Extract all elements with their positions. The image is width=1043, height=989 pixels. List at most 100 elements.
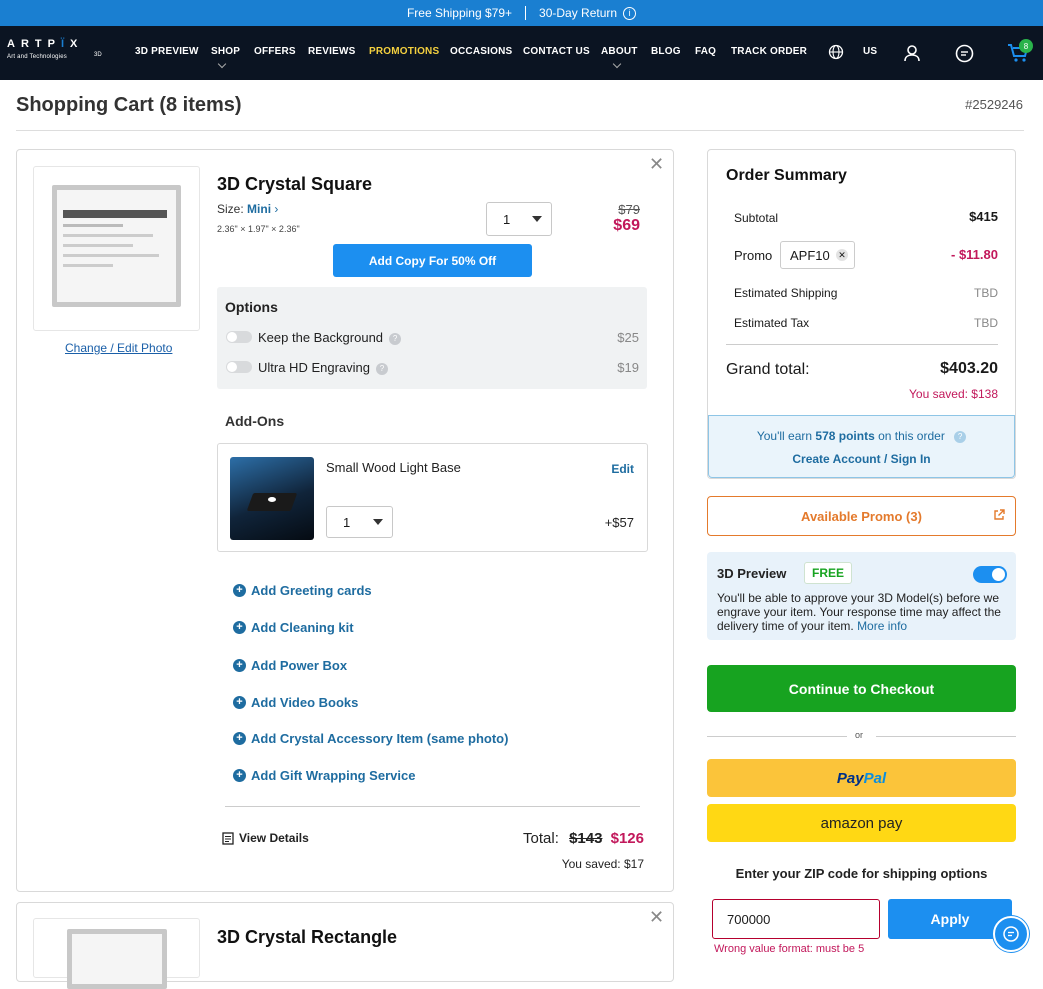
add-copy-button[interactable]: Add Copy For 50% Off <box>333 244 532 277</box>
plus-icon: + <box>233 696 246 709</box>
item-saved-text: You saved: $17 <box>561 857 644 871</box>
close-icon[interactable]: ✕ <box>649 907 664 928</box>
zip-code-input[interactable]: 700000 <box>712 899 880 939</box>
divider <box>525 6 527 20</box>
promo-code-chip: APF10 ✕ <box>780 241 855 269</box>
loyalty-points-box: You'll earn 578 points on this order ? C… <box>708 415 1015 478</box>
grand-total-label: Grand total: <box>726 361 810 378</box>
option-label-text: Ultra HD Engraving <box>258 360 370 375</box>
live-chat-button[interactable] <box>993 916 1029 952</box>
grand-total-value: $403.20 <box>940 360 998 377</box>
points-post: on this order <box>878 429 945 443</box>
globe-icon[interactable] <box>828 44 844 65</box>
nav-blog[interactable]: BLOG <box>651 46 681 57</box>
addon-edit-link[interactable]: Edit <box>611 462 634 476</box>
nav-track-order[interactable]: TRACK ORDER <box>731 46 807 57</box>
help-icon[interactable]: ? <box>376 362 388 375</box>
paypal-button[interactable]: Pay Pal <box>707 759 1016 797</box>
product-image <box>52 185 181 307</box>
plus-icon: + <box>233 732 246 745</box>
nav-faq[interactable]: FAQ <box>695 46 716 57</box>
summary-title: Order Summary <box>726 167 847 184</box>
addon-quantity-select[interactable]: 1 <box>326 506 393 538</box>
quantity-value: 1 <box>503 211 511 227</box>
help-icon[interactable]: ? <box>389 332 402 345</box>
zip-error-text: Wrong value format: must be 5 <box>714 943 865 955</box>
item-saved: You saved: $17 <box>562 857 644 871</box>
remove-promo-icon[interactable]: ✕ <box>836 249 848 261</box>
size-value-link[interactable]: Mini <box>247 202 271 216</box>
promo-discount: - $11.80 <box>951 247 998 262</box>
addon-card: Small Wood Light Base Edit 1 +$57 <box>217 443 648 552</box>
nav-offers[interactable]: OFFERS <box>254 46 296 57</box>
shipping-value: TBD <box>974 286 998 300</box>
total-saved: You saved: $138 <box>909 387 998 401</box>
add-video-books-link[interactable]: + Add Video Books <box>233 695 358 710</box>
return-policy-text[interactable]: 30-Day Return <box>539 6 617 20</box>
more-info-link[interactable]: More info <box>857 619 907 633</box>
user-icon[interactable] <box>903 44 921 67</box>
plus-icon: + <box>233 659 246 672</box>
total-label: Total: <box>523 830 559 847</box>
page-title: Shopping Cart (8 items) <box>16 94 242 116</box>
add-link-label: Add Cleaning kit <box>251 620 354 635</box>
nav-occasions[interactable]: OCCASIONS <box>450 46 512 57</box>
addon-name: Small Wood Light Base <box>326 460 461 475</box>
option-price: $25 <box>617 330 639 345</box>
logo-suffix: 3D <box>94 52 102 58</box>
divider <box>876 736 1016 737</box>
amazon-pay-button[interactable]: amazon pay <box>707 804 1016 842</box>
option-label-text: Keep the Background <box>258 330 384 345</box>
product-image <box>67 929 167 989</box>
product-thumbnail[interactable] <box>33 166 200 331</box>
chat-icon[interactable] <box>955 44 974 68</box>
top-announcement-bar: Free Shipping $79+ 30-Day Return i <box>0 0 1043 26</box>
keep-background-toggle[interactable] <box>226 331 252 343</box>
tax-value: TBD <box>974 316 998 330</box>
addons-title: Add-Ons <box>225 413 285 429</box>
available-promo-button[interactable]: Available Promo (3) <box>707 496 1016 536</box>
points-text: You'll earn 578 points on this order ? <box>709 429 1014 443</box>
order-number: #2529246 <box>965 97 1023 112</box>
change-edit-photo-link[interactable]: Change / Edit Photo <box>65 341 172 355</box>
view-details-button[interactable]: View Details <box>222 831 309 845</box>
nav-reviews[interactable]: REVIEWS <box>308 46 356 57</box>
product-thumbnail[interactable] <box>33 918 200 989</box>
chevron-down-icon <box>217 59 227 69</box>
size-row: Size: Mini › <box>217 202 278 216</box>
add-power-box-link[interactable]: + Add Power Box <box>233 658 347 673</box>
nav-promotions[interactable]: PROMOTIONS <box>369 46 439 57</box>
help-icon[interactable]: ? <box>954 430 967 443</box>
ultra-hd-toggle[interactable] <box>226 361 252 373</box>
nav-about[interactable]: ABOUT <box>601 46 638 57</box>
preview-toggle[interactable] <box>973 566 1007 583</box>
nav-contact-us[interactable]: CONTACT US <box>523 46 590 57</box>
add-gift-wrapping-link[interactable]: + Add Gift Wrapping Service <box>233 768 415 783</box>
create-account-link[interactable]: Create Account / Sign In <box>709 452 1014 466</box>
quantity-select[interactable]: 1 <box>486 202 552 236</box>
product-name: 3D Crystal Square <box>217 174 373 194</box>
artpix-logo[interactable]: ARTPÏX Art and Technologies 3D <box>7 38 102 60</box>
add-greeting-cards-link[interactable]: + Add Greeting cards <box>233 583 372 598</box>
plus-icon: + <box>233 769 246 782</box>
add-crystal-accessory-link[interactable]: + Add Crystal Accessory Item (same photo) <box>233 731 508 746</box>
nav-3d-preview[interactable]: 3D PREVIEW <box>135 46 199 57</box>
logo-wordmark: ARTPÏX <box>7 38 84 50</box>
option-label: Keep the Background? <box>258 330 402 345</box>
view-details-label: View Details <box>239 831 309 845</box>
logo-tagline: Art and Technologies <box>7 54 67 60</box>
dropdown-arrow-icon <box>532 216 542 222</box>
old-price: $79 <box>618 202 640 217</box>
region-selector[interactable]: US <box>863 46 877 57</box>
close-icon[interactable]: ✕ <box>649 154 664 175</box>
document-icon <box>222 831 234 845</box>
product-name: 3D Crystal Rectangle <box>217 927 398 947</box>
nav-shop[interactable]: SHOP <box>211 46 240 57</box>
plus-icon: + <box>233 621 246 634</box>
3d-preview-panel: 3D Preview FREE You'll be able to approv… <box>707 552 1016 640</box>
free-shipping-text: Free Shipping $79+ <box>406 6 513 20</box>
info-icon[interactable]: i <box>623 6 637 20</box>
add-cleaning-kit-link[interactable]: + Add Cleaning kit <box>233 620 354 635</box>
continue-to-checkout-button[interactable]: Continue to Checkout <box>707 665 1016 712</box>
available-promo-label: Available Promo (3) <box>801 508 922 524</box>
